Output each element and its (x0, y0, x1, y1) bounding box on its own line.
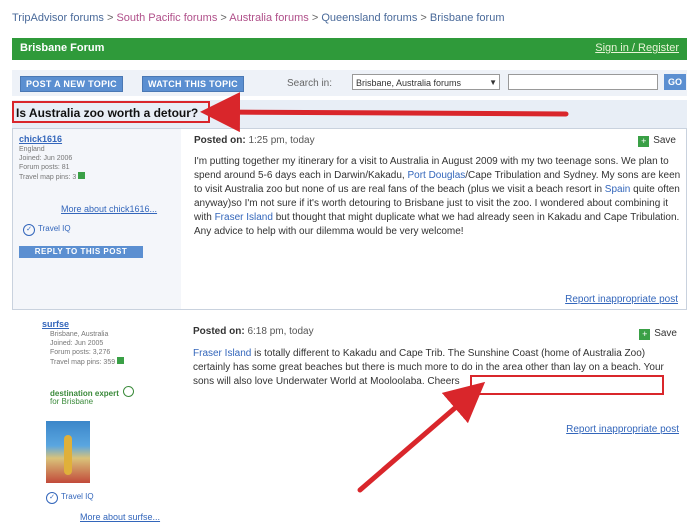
search-go-button[interactable]: GO (664, 74, 686, 90)
fraser-island-link[interactable]: Fraser Island (215, 212, 273, 223)
author-location: England (19, 146, 45, 153)
author-username[interactable]: chick1616 (19, 134, 62, 144)
post-author-panel: chick1616 England Joined: Jun 2006 Forum… (13, 129, 181, 309)
breadcrumb-separator: > (420, 12, 427, 24)
forum-title: Brisbane Forum (20, 42, 105, 54)
user-avatar[interactable] (46, 421, 90, 483)
breadcrumb-queensland[interactable]: Queensland forums (321, 12, 417, 24)
annotation-highlight-box (470, 375, 664, 395)
more-about-link[interactable]: More about chick1616... (61, 204, 157, 214)
breadcrumb-separator: > (106, 12, 114, 24)
underwater-world-highlight: Underwater World at Mooloolaba (275, 376, 422, 387)
report-post-link[interactable]: Report inappropriate post (565, 294, 678, 305)
author-map-pins: Travel map pins: 3 (19, 172, 86, 182)
author-forum-posts: Forum posts: 3,276 (50, 349, 111, 356)
author-joined: Joined: Jun 2006 (19, 155, 73, 162)
search-scope-value: Brisbane, Australia forums (356, 78, 462, 88)
breadcrumb-separator: > (220, 12, 227, 24)
save-button[interactable]: + Save (638, 135, 676, 147)
post-author-panel: surfse Brisbane, Australia Joined: Jun 2… (12, 314, 180, 529)
post-timestamp: Posted on: 1:25 pm, today (194, 135, 315, 146)
breadcrumb-south-pacific[interactable]: South Pacific forums (116, 12, 217, 24)
author-location: Brisbane, Australia (50, 331, 109, 338)
forum-toolbar: POST A NEW TOPIC WATCH THIS TOPIC Search… (12, 70, 687, 96)
more-about-link[interactable]: More about surfse... (80, 512, 160, 522)
search-input[interactable] (508, 74, 658, 90)
save-icon: + (639, 329, 651, 340)
spain-link[interactable]: Spain (605, 184, 631, 195)
save-button[interactable]: + Save (639, 328, 677, 340)
travel-iq-icon: ✓ (23, 224, 35, 236)
report-post-link[interactable]: Report inappropriate post (566, 424, 679, 435)
save-icon: + (638, 136, 650, 147)
surfboard-image (64, 435, 72, 475)
annotation-highlight-box (12, 101, 210, 123)
travel-iq-icon: ✓ (46, 492, 58, 504)
author-meta: England Joined: Jun 2006 Forum posts: 81… (19, 145, 86, 182)
forum-header: Brisbane Forum Sign in / Register (12, 38, 687, 60)
forum-post: surfse Brisbane, Australia Joined: Jun 2… (12, 314, 687, 529)
author-map-pins: Travel map pins: 359 (50, 357, 125, 367)
author-joined: Joined: Jun 2005 (50, 340, 104, 347)
port-douglas-link[interactable]: Port Douglas (407, 170, 465, 181)
breadcrumb-tripadvisor-forums[interactable]: TripAdvisor forums (12, 12, 104, 24)
post-body: I'm putting together my itinerary for a … (194, 156, 681, 237)
pin-icon (78, 172, 86, 179)
fraser-island-link[interactable]: Fraser Island (193, 348, 251, 359)
post-timestamp: Posted on: 6:18 pm, today (193, 326, 314, 337)
destination-expert-for: for Brisbane (50, 397, 94, 406)
author-forum-posts: Forum posts: 81 (19, 164, 70, 171)
reply-button[interactable]: REPLY TO THIS POST (19, 246, 143, 258)
forum-post: chick1616 England Joined: Jun 2006 Forum… (12, 128, 687, 310)
breadcrumb-brisbane[interactable]: Brisbane forum (430, 12, 505, 24)
expert-icon (122, 386, 134, 397)
breadcrumb: TripAdvisor forums > South Pacific forum… (12, 12, 504, 24)
travel-iq[interactable]: ✓ Travel IQ (46, 492, 94, 504)
breadcrumb-australia[interactable]: Australia forums (229, 12, 308, 24)
signin-link[interactable]: Sign in / Register (595, 42, 679, 54)
pin-icon (117, 357, 125, 364)
author-username[interactable]: surfse (42, 319, 69, 329)
post-new-topic-button[interactable]: POST A NEW TOPIC (20, 76, 123, 92)
watch-topic-button[interactable]: WATCH THIS TOPIC (142, 76, 244, 92)
search-scope-select[interactable]: Brisbane, Australia forums ▼ (352, 74, 500, 90)
breadcrumb-separator: > (311, 12, 319, 24)
search-scope-label: Search in: (287, 78, 333, 89)
travel-iq[interactable]: ✓ Travel IQ (23, 224, 71, 236)
author-meta: Brisbane, Australia Joined: Jun 2005 For… (50, 330, 125, 367)
chevron-down-icon: ▼ (489, 78, 497, 87)
